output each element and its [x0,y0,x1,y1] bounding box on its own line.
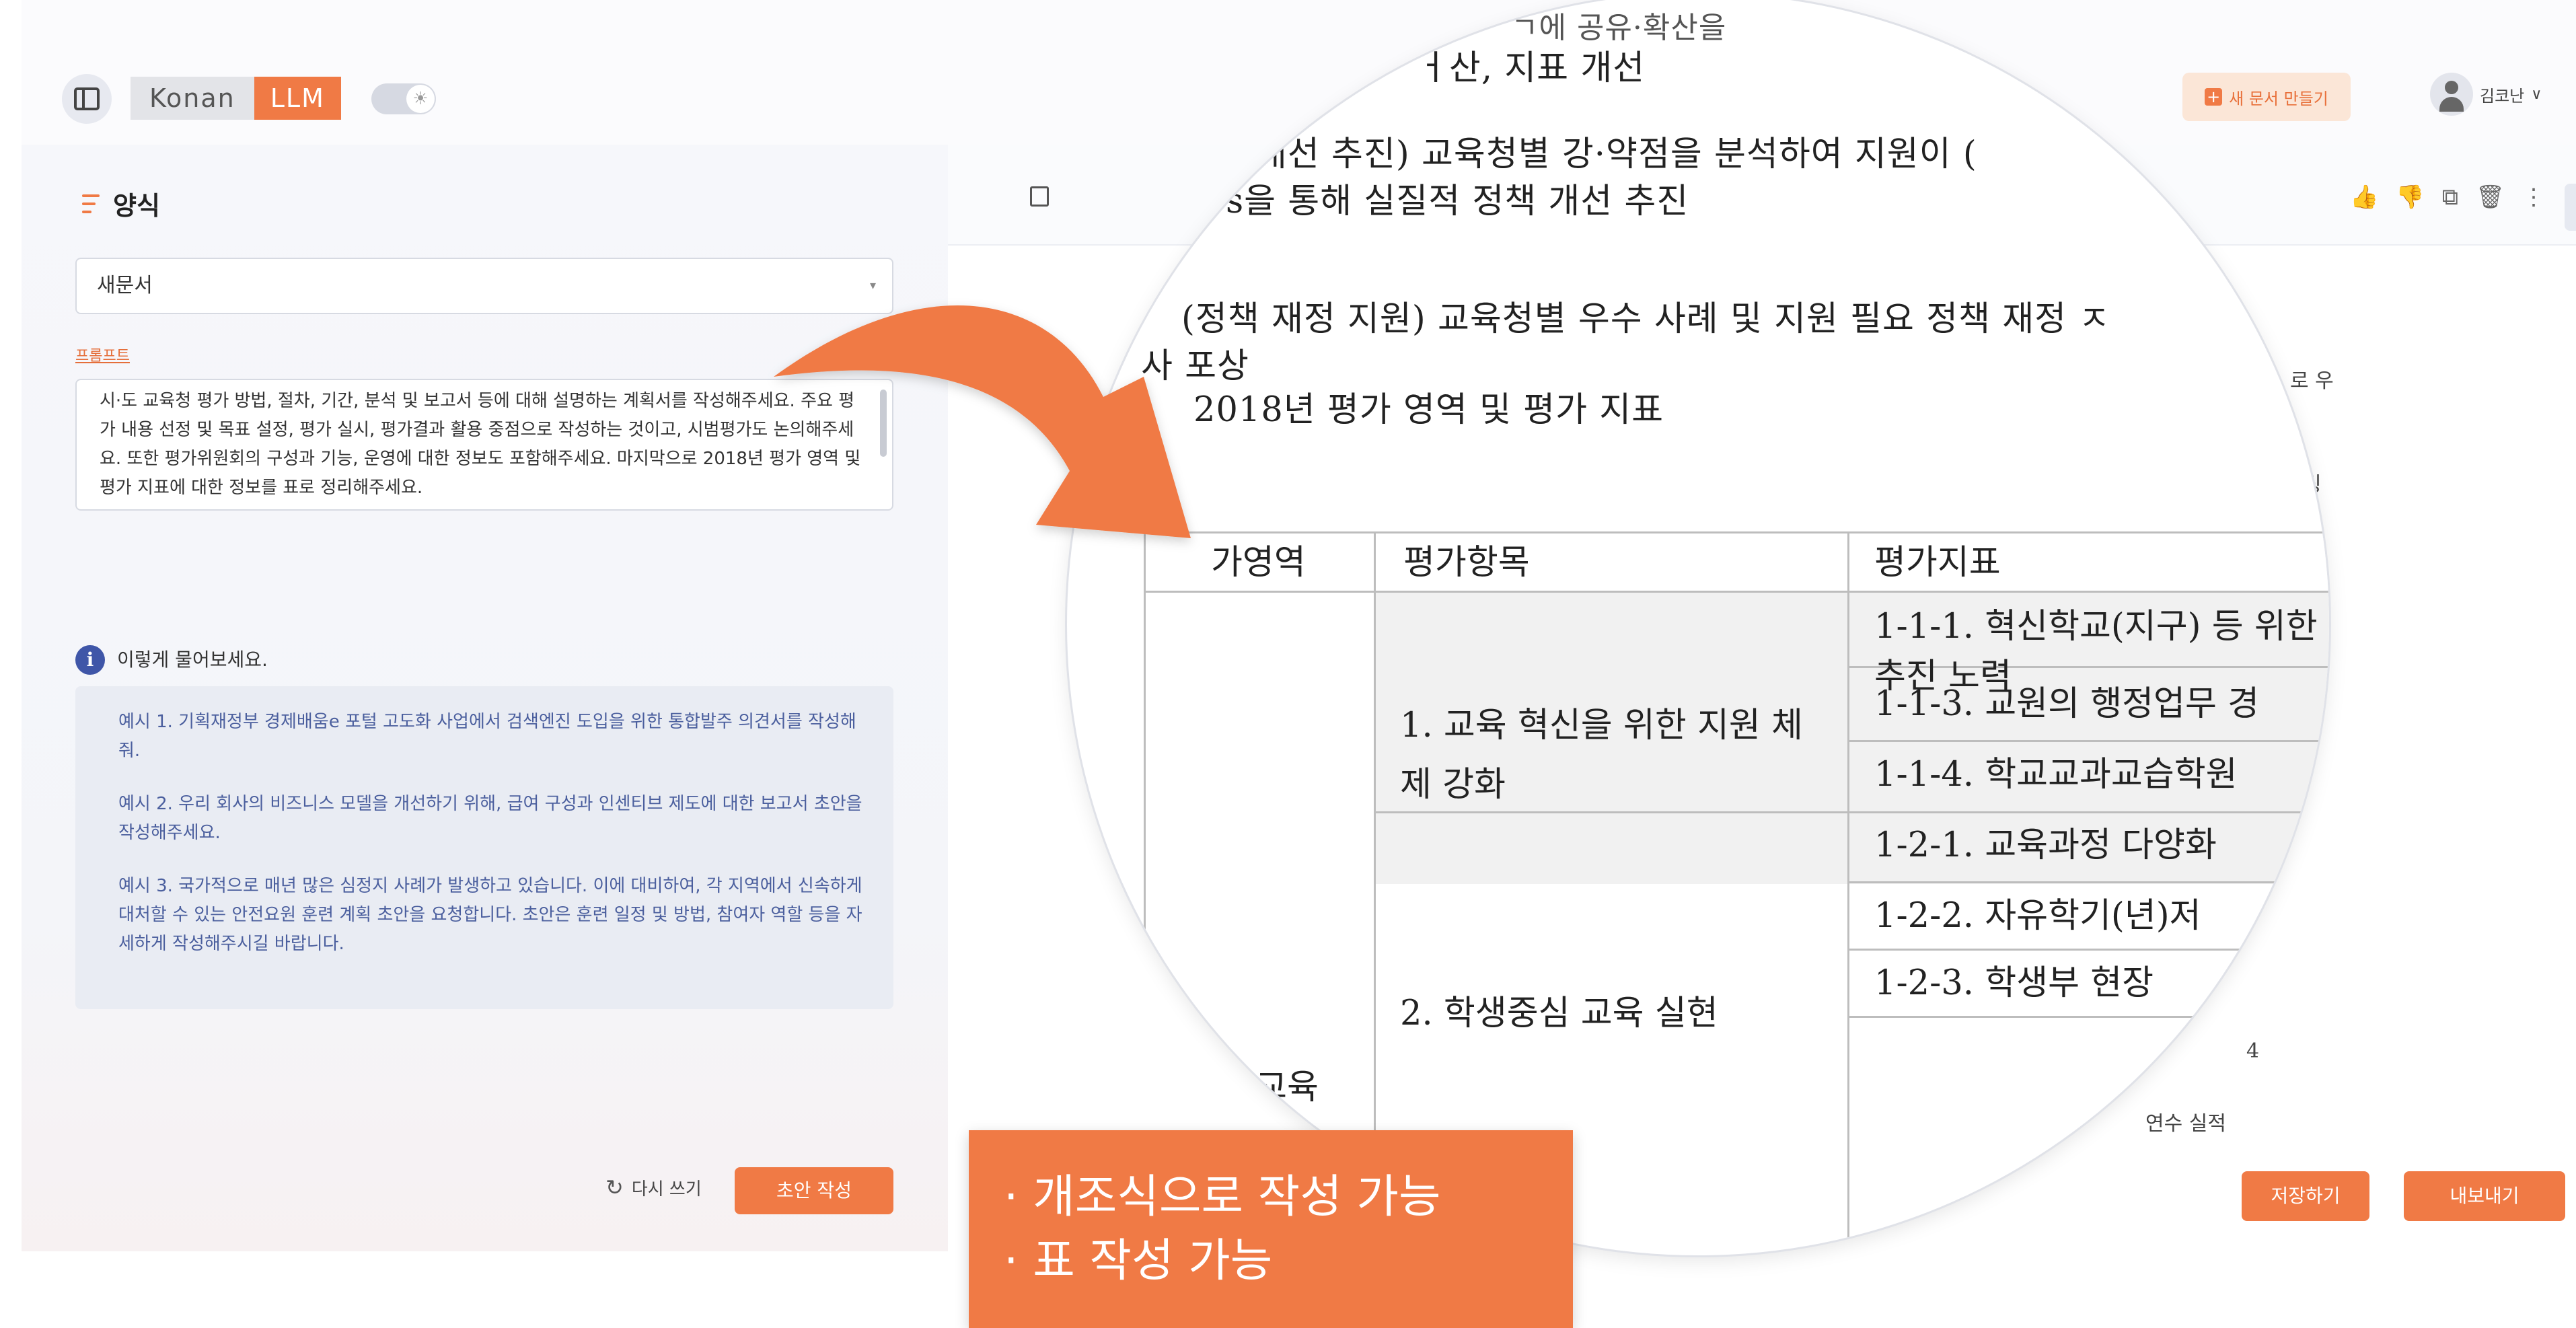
sidebar-toggle-icon [74,87,100,110]
prompt-textarea[interactable]: 시·도 교육청 평가 방법, 절차, 기간, 분석 및 보고서 등에 대해 설명… [75,379,893,511]
edit-icon[interactable] [1030,186,1049,207]
table-header: 평가지표 [1874,543,2001,583]
example-item[interactable]: 예시 1. 기획재정부 경제배움e 포털 고도화 사업에서 검색엔진 도입을 위… [118,708,865,766]
example-item[interactable]: 예시 3. 국가적으로 매년 많은 심정지 사례가 발생하고 있습니다. 이에 … [118,872,865,959]
prompt-label: 프롬프트 [75,348,130,365]
sidebar-toggle-button[interactable] [62,74,112,124]
list-icon [82,194,100,213]
select-caret-icon: ▾ [869,279,876,293]
doc-line: ㄱ에 공유·확산을 [1511,11,1727,45]
thumbs-up-icon[interactable]: 👍 [2350,184,2378,211]
table-cell: 1. 교육 혁신을 위한 지원 체제 강화 [1400,706,1803,805]
chevron-down-icon: ∨ [2531,85,2542,103]
table-header: 평가항목 [1403,543,1530,583]
table-cell: 1-2-2. 자유학기(년)저 [1874,896,2201,936]
copy-icon[interactable]: ⧉ [2442,184,2458,211]
doc-line: (정책 재정 지원) 교육청별 우수 사례 및 지원 필요 정책 재정 ㅈ [1181,299,2111,339]
user-menu[interactable]: 김코난 ∨ [2430,73,2542,116]
theme-sun-icon: ☀ [406,85,435,113]
callout-line: · 표 작성 가능 [1004,1234,1273,1288]
document-actions: 👍 👎 ⧉ 🗑 ⋮ [2350,184,2545,211]
table-cell: 1-2-3. 학생부 현장 [1874,963,2154,1003]
prompt-text: 시·도 교육청 평가 방법, 절차, 기간, 분석 및 보고서 등에 대해 설명… [100,391,861,498]
refresh-icon: ↻ [605,1175,624,1200]
magnified-document: ㄱ에 공유·확산을 ㅓ산, 지표 개선 개선 추진) 교육청별 강·약점을 분석… [1067,0,2329,1255]
table-cell: 2. 학생중심 교육 실현 [1400,994,1718,1033]
user-icon [2430,73,2473,116]
rewrite-label: 다시 쓰기 [631,1179,702,1200]
template-select-value: 새문서 [97,274,153,297]
brand-llm: LLM [254,77,341,120]
left-panel: 양식 새문서 ▾ 프롬프트 시·도 교육청 평가 방법, 절차, 기간, 분석 … [22,145,948,1251]
format-title: 양식 [113,191,160,221]
thumbs-down-icon[interactable]: 👎 [2396,184,2424,211]
info-icon: i [75,645,105,675]
brand-konan: Konan [131,77,254,120]
feature-callout: · 개조식으로 작성 가능 · 표 작성 가능 [969,1130,1573,1328]
rewrite-button[interactable]: ↻ 다시 쓰기 [605,1175,702,1200]
template-select[interactable]: 새문서 ▾ [75,258,893,314]
callout-line: · 개조식으로 작성 가능 [1004,1171,1441,1224]
app-logo: Konan LLM [131,77,341,120]
user-name: 김코난 [2480,86,2525,106]
more-icon[interactable]: ⋮ [2522,184,2545,211]
theme-toggle[interactable]: ☀ [371,83,436,114]
table-cell: 1-1-3. 교원의 행정업무 경 [1874,684,2260,724]
table-header: 가영역 [1211,543,1306,583]
prompt-scrollbar[interactable] [880,390,887,457]
doc-line: s을 통해 실질적 정책 개선 추진 [1226,182,1689,221]
example-item[interactable]: 예시 2. 우리 회사의 비즈니스 모델을 개선하기 위해, 급여 구성과 인센… [118,790,865,848]
table-cell: 1-1-4. 학교교과교습학원 [1874,755,2238,795]
doc-line: 사 포상 [1141,346,1249,386]
magnifier-lens: ㄱ에 공유·확산을 ㅓ산, 지표 개선 개선 추진) 교육청별 강·약점을 분석… [1067,0,2329,1255]
trash-icon[interactable]: 🗑 [2476,184,2505,211]
examples-box: 예시 1. 기획재정부 경제배움e 포털 고도화 사업에서 검색엔진 도입을 위… [75,686,893,1009]
panel-side-button[interactable] [2565,184,2576,231]
tip-title: 이렇게 물어보세요. [117,649,268,671]
doc-line: 개선 추진) 교육청별 강·약점을 분석하여 지원이 ( [1255,135,1977,174]
table-cell: 1-2-1. 교육과정 다양화 [1874,825,2217,865]
table-cell: ① 공교육 [1179,1068,1319,1107]
format-section-header: 양식 [82,185,160,222]
draft-button[interactable]: 초안 작성 [735,1167,893,1214]
export-button[interactable]: 내보내기 [2404,1171,2565,1221]
doc-heading: 2018년 평가 영역 및 평가 지표 [1193,390,1664,430]
doc-line: ㅓ산, 지표 개선 [1417,48,1646,88]
